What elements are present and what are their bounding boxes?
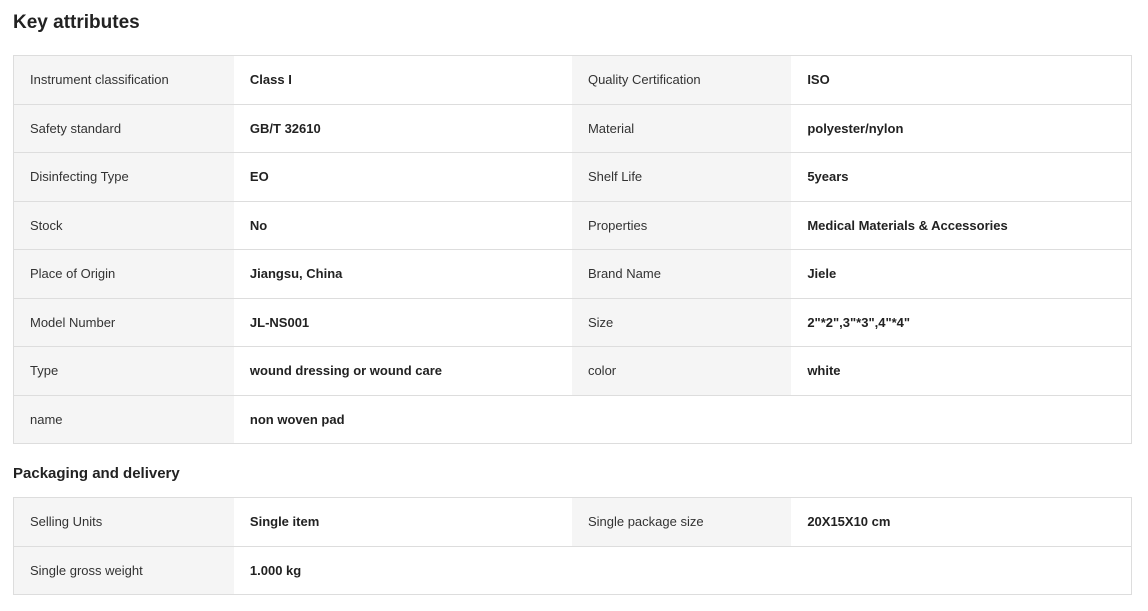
empty-cell: [791, 394, 1132, 444]
empty-cell: [571, 394, 792, 444]
key-attributes-title: Key attributes: [13, 12, 140, 33]
attribute-row: Stock No Properties Medical Materials & …: [13, 200, 1132, 250]
attribute-label: Disinfecting Type: [13, 152, 234, 201]
attribute-label: Brand Name: [571, 249, 792, 298]
attribute-row: Single gross weight 1.000 kg: [13, 545, 1132, 595]
attribute-value: Jiele: [791, 249, 1132, 298]
attribute-value: 5years: [791, 152, 1132, 201]
attribute-value: white: [791, 346, 1132, 395]
empty-cell: [791, 545, 1132, 595]
attribute-label: Properties: [571, 200, 792, 250]
attribute-label: Place of Origin: [13, 249, 234, 298]
attribute-label: Type: [13, 346, 234, 395]
attribute-label: Material: [571, 103, 792, 153]
attribute-label: Quality Certification: [571, 55, 792, 104]
attribute-row: Disinfecting Type EO Shelf Life 5years: [13, 152, 1132, 201]
attribute-value: Single item: [233, 497, 572, 546]
key-attributes-table: Instrument classification Class I Qualit…: [13, 55, 1132, 444]
attribute-value: polyester/nylon: [791, 103, 1132, 153]
attribute-label: Model Number: [13, 297, 234, 347]
product-attributes-panel: Key attributes Instrument classification…: [0, 0, 1148, 611]
attribute-label: Single package size: [571, 497, 792, 546]
attribute-label: name: [13, 394, 234, 444]
attribute-row: Instrument classification Class I Qualit…: [13, 55, 1132, 104]
attribute-label: Stock: [13, 200, 234, 250]
attribute-value: Medical Materials & Accessories: [791, 200, 1132, 250]
attribute-value: 20X15X10 cm: [791, 497, 1132, 546]
attribute-label: Selling Units: [13, 497, 234, 546]
attribute-label: Shelf Life: [571, 152, 792, 201]
attribute-value: wound dressing or wound care: [233, 346, 572, 395]
attribute-label: Size: [571, 297, 792, 347]
attribute-value: EO: [233, 152, 572, 201]
packaging-delivery-title: Packaging and delivery: [13, 465, 180, 482]
attribute-value: Jiangsu, China: [233, 249, 572, 298]
attribute-row: Safety standard GB/T 32610 Material poly…: [13, 103, 1132, 153]
attribute-value: JL-NS001: [233, 297, 572, 347]
empty-cell: [571, 545, 792, 595]
attribute-value: No: [233, 200, 572, 250]
attribute-row: Selling Units Single item Single package…: [13, 497, 1132, 546]
attribute-value: 1.000 kg: [233, 545, 572, 595]
attribute-label: Instrument classification: [13, 55, 234, 104]
attribute-label: color: [571, 346, 792, 395]
attribute-value: 2"*2",3"*3",4"*4": [791, 297, 1132, 347]
attribute-value: Class I: [233, 55, 572, 104]
attribute-value: non woven pad: [233, 394, 572, 444]
packaging-delivery-table: Selling Units Single item Single package…: [13, 497, 1132, 595]
attribute-value: GB/T 32610: [233, 103, 572, 153]
attribute-value: ISO: [791, 55, 1132, 104]
attribute-row: Type wound dressing or wound care color …: [13, 346, 1132, 395]
attribute-row: Model Number JL-NS001 Size 2"*2",3"*3",4…: [13, 297, 1132, 347]
attribute-row: name non woven pad: [13, 394, 1132, 444]
attribute-row: Place of Origin Jiangsu, China Brand Nam…: [13, 249, 1132, 298]
attribute-label: Single gross weight: [13, 545, 234, 595]
attribute-label: Safety standard: [13, 103, 234, 153]
